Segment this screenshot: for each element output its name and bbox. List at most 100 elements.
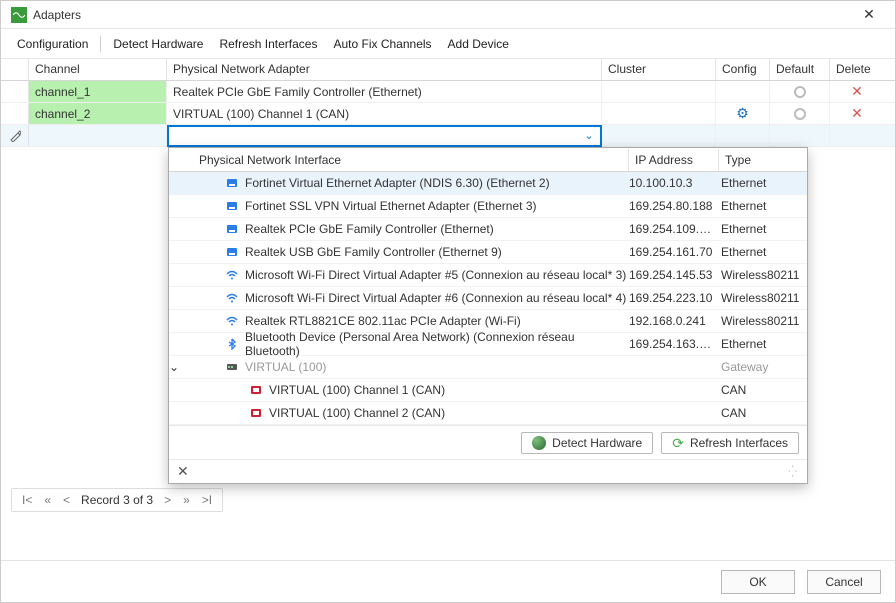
interface-row[interactable]: Microsoft Wi-Fi Direct Virtual Adapter #… [169,264,807,287]
app-icon [11,7,27,23]
grid-header-channel[interactable]: Channel [29,59,167,80]
chevron-down-icon[interactable]: ⌄ [580,129,598,142]
interface-row[interactable]: Realtek USB GbE Family Controller (Ether… [169,241,807,264]
can-icon [249,407,263,419]
titlebar: Adapters ✕ [1,1,895,29]
gear-icon[interactable]: ⚙ [736,105,749,122]
interface-ip: 192.168.0.241 [629,314,719,328]
delete-x-icon[interactable]: ✕ [851,83,863,100]
eth-icon [225,200,239,212]
menu-detect-hardware[interactable]: Detect Hardware [107,33,209,55]
channel-cell[interactable]: channel_2 [29,103,167,124]
can-icon [249,384,263,396]
eth-icon [225,223,239,235]
grid-header-indicator [1,59,29,80]
interface-row[interactable]: Realtek PCIe GbE Family Controller (Ethe… [169,218,807,241]
delete-cell[interactable]: ✕ [830,81,884,102]
pager-first-button[interactable]: I< [18,493,36,507]
adapter-combo-editor[interactable]: ⌄ [167,125,602,147]
delete-x-icon[interactable]: ✕ [851,105,863,122]
interface-type: Ethernet [719,176,807,190]
interface-row[interactable]: Fortinet SSL VPN Virtual Ethernet Adapte… [169,195,807,218]
popup-close-button[interactable]: ✕ [177,463,189,480]
dialog-buttons: OK Cancel [1,560,895,602]
popup-header-type[interactable]: Type [719,149,807,171]
interface-row[interactable]: ⌄VIRTUAL (100)Gateway [169,356,807,379]
menu-add-device[interactable]: Add Device [442,33,515,55]
pager-next-page-button[interactable]: » [179,493,194,507]
interface-type: Wireless80211 [719,291,807,305]
interface-type: Gateway [719,360,807,374]
menu-auto-fix-channels[interactable]: Auto Fix Channels [327,33,437,55]
ok-button[interactable]: OK [721,570,795,594]
bt-icon [225,338,239,350]
interface-name: Realtek RTL8821CE 802.11ac PCIe Adapter … [245,314,629,328]
delete-cell[interactable]: ✕ [830,103,884,124]
resize-grip-icon[interactable]: ⁛ [788,465,799,478]
grid-header-config[interactable]: Config [716,59,770,80]
cancel-button[interactable]: Cancel [807,570,881,594]
adapter-cell[interactable]: Realtek PCIe GbE Family Controller (Ethe… [167,81,602,102]
refresh-icon: ⟳ [672,436,684,450]
grid-row[interactable]: channel_2VIRTUAL (100) Channel 1 (CAN) ⚙ ✕ [1,103,895,125]
popup-body: Fortinet Virtual Ethernet Adapter (NDIS … [169,172,807,425]
interface-ip: 169.254.145.53 [629,268,719,282]
edit-channel-cell[interactable] [29,125,167,146]
config-cell[interactable]: ⚙ [716,103,770,124]
pager-prev-button[interactable]: < [59,493,74,507]
grid-header-default[interactable]: Default [770,59,830,80]
pager-next-button[interactable]: > [160,493,175,507]
popup-actions: Detect Hardware ⟳ Refresh Interfaces [169,425,807,459]
radio-off-icon[interactable] [794,86,806,98]
gw-icon [225,361,239,373]
interface-ip: 169.254.80.188 [629,199,719,213]
grid-header-adapter[interactable]: Physical Network Adapter [167,59,602,80]
cluster-cell[interactable] [602,103,716,124]
pager-prev-page-button[interactable]: « [40,493,55,507]
popup-refresh-interfaces-button[interactable]: ⟳ Refresh Interfaces [661,432,799,454]
pager-last-button[interactable]: >I [198,493,216,507]
popup-detect-hardware-button[interactable]: Detect Hardware [521,432,653,454]
adapter-picker-popup: Physical Network Interface IP Address Ty… [168,147,808,484]
popup-footer: ✕ ⁛ [169,459,807,483]
channel-cell[interactable]: channel_1 [29,81,167,102]
interface-name: Fortinet SSL VPN Virtual Ethernet Adapte… [245,199,629,213]
interface-type: Wireless80211 [719,268,807,282]
config-cell[interactable] [716,81,770,102]
adapter-cell[interactable]: VIRTUAL (100) Channel 1 (CAN) [167,103,602,124]
adapters-window: Adapters ✕ Configuration Detect Hardware… [0,0,896,603]
popup-header-ip[interactable]: IP Address [629,149,719,171]
interface-row[interactable]: VIRTUAL (100) Channel 2 (CAN)CAN [169,402,807,425]
interface-type: Ethernet [719,222,807,236]
interface-ip: 169.254.223.10 [629,291,719,305]
popup-header-name[interactable]: Physical Network Interface [193,149,629,171]
eth-icon [225,177,239,189]
interface-ip: 169.254.109.… [629,222,719,236]
interface-name: VIRTUAL (100) Channel 1 (CAN) [269,383,629,397]
window-close-button[interactable]: ✕ [853,3,885,27]
interface-name: Microsoft Wi-Fi Direct Virtual Adapter #… [245,268,629,282]
menubar: Configuration Detect Hardware Refresh In… [1,29,895,59]
wifi-icon [225,269,239,281]
default-cell[interactable] [770,81,830,102]
grid-header-delete[interactable]: Delete [830,59,884,80]
menu-refresh-interfaces[interactable]: Refresh Interfaces [213,33,323,55]
default-cell[interactable] [770,103,830,124]
radio-off-icon[interactable] [794,108,806,120]
grid-header-cluster[interactable]: Cluster [602,59,716,80]
menu-configuration[interactable]: Configuration [11,33,94,55]
interface-type: Ethernet [719,337,807,351]
grid-body: channel_1Realtek PCIe GbE Family Control… [1,81,895,125]
interface-type: Ethernet [719,199,807,213]
interface-row[interactable]: Fortinet Virtual Ethernet Adapter (NDIS … [169,172,807,195]
record-navigator: I< « < Record 3 of 3 > » >I [11,488,223,512]
interface-name: Realtek PCIe GbE Family Controller (Ethe… [245,222,629,236]
globe-icon [532,436,546,450]
cluster-cell[interactable] [602,81,716,102]
interface-row[interactable]: Bluetooth Device (Personal Area Network)… [169,333,807,356]
interface-row[interactable]: VIRTUAL (100) Channel 1 (CAN)CAN [169,379,807,402]
interface-row[interactable]: Microsoft Wi-Fi Direct Virtual Adapter #… [169,287,807,310]
chevron-down-icon[interactable]: ⌄ [169,360,179,374]
grid-row[interactable]: channel_1Realtek PCIe GbE Family Control… [1,81,895,103]
interface-name: Realtek USB GbE Family Controller (Ether… [245,245,629,259]
